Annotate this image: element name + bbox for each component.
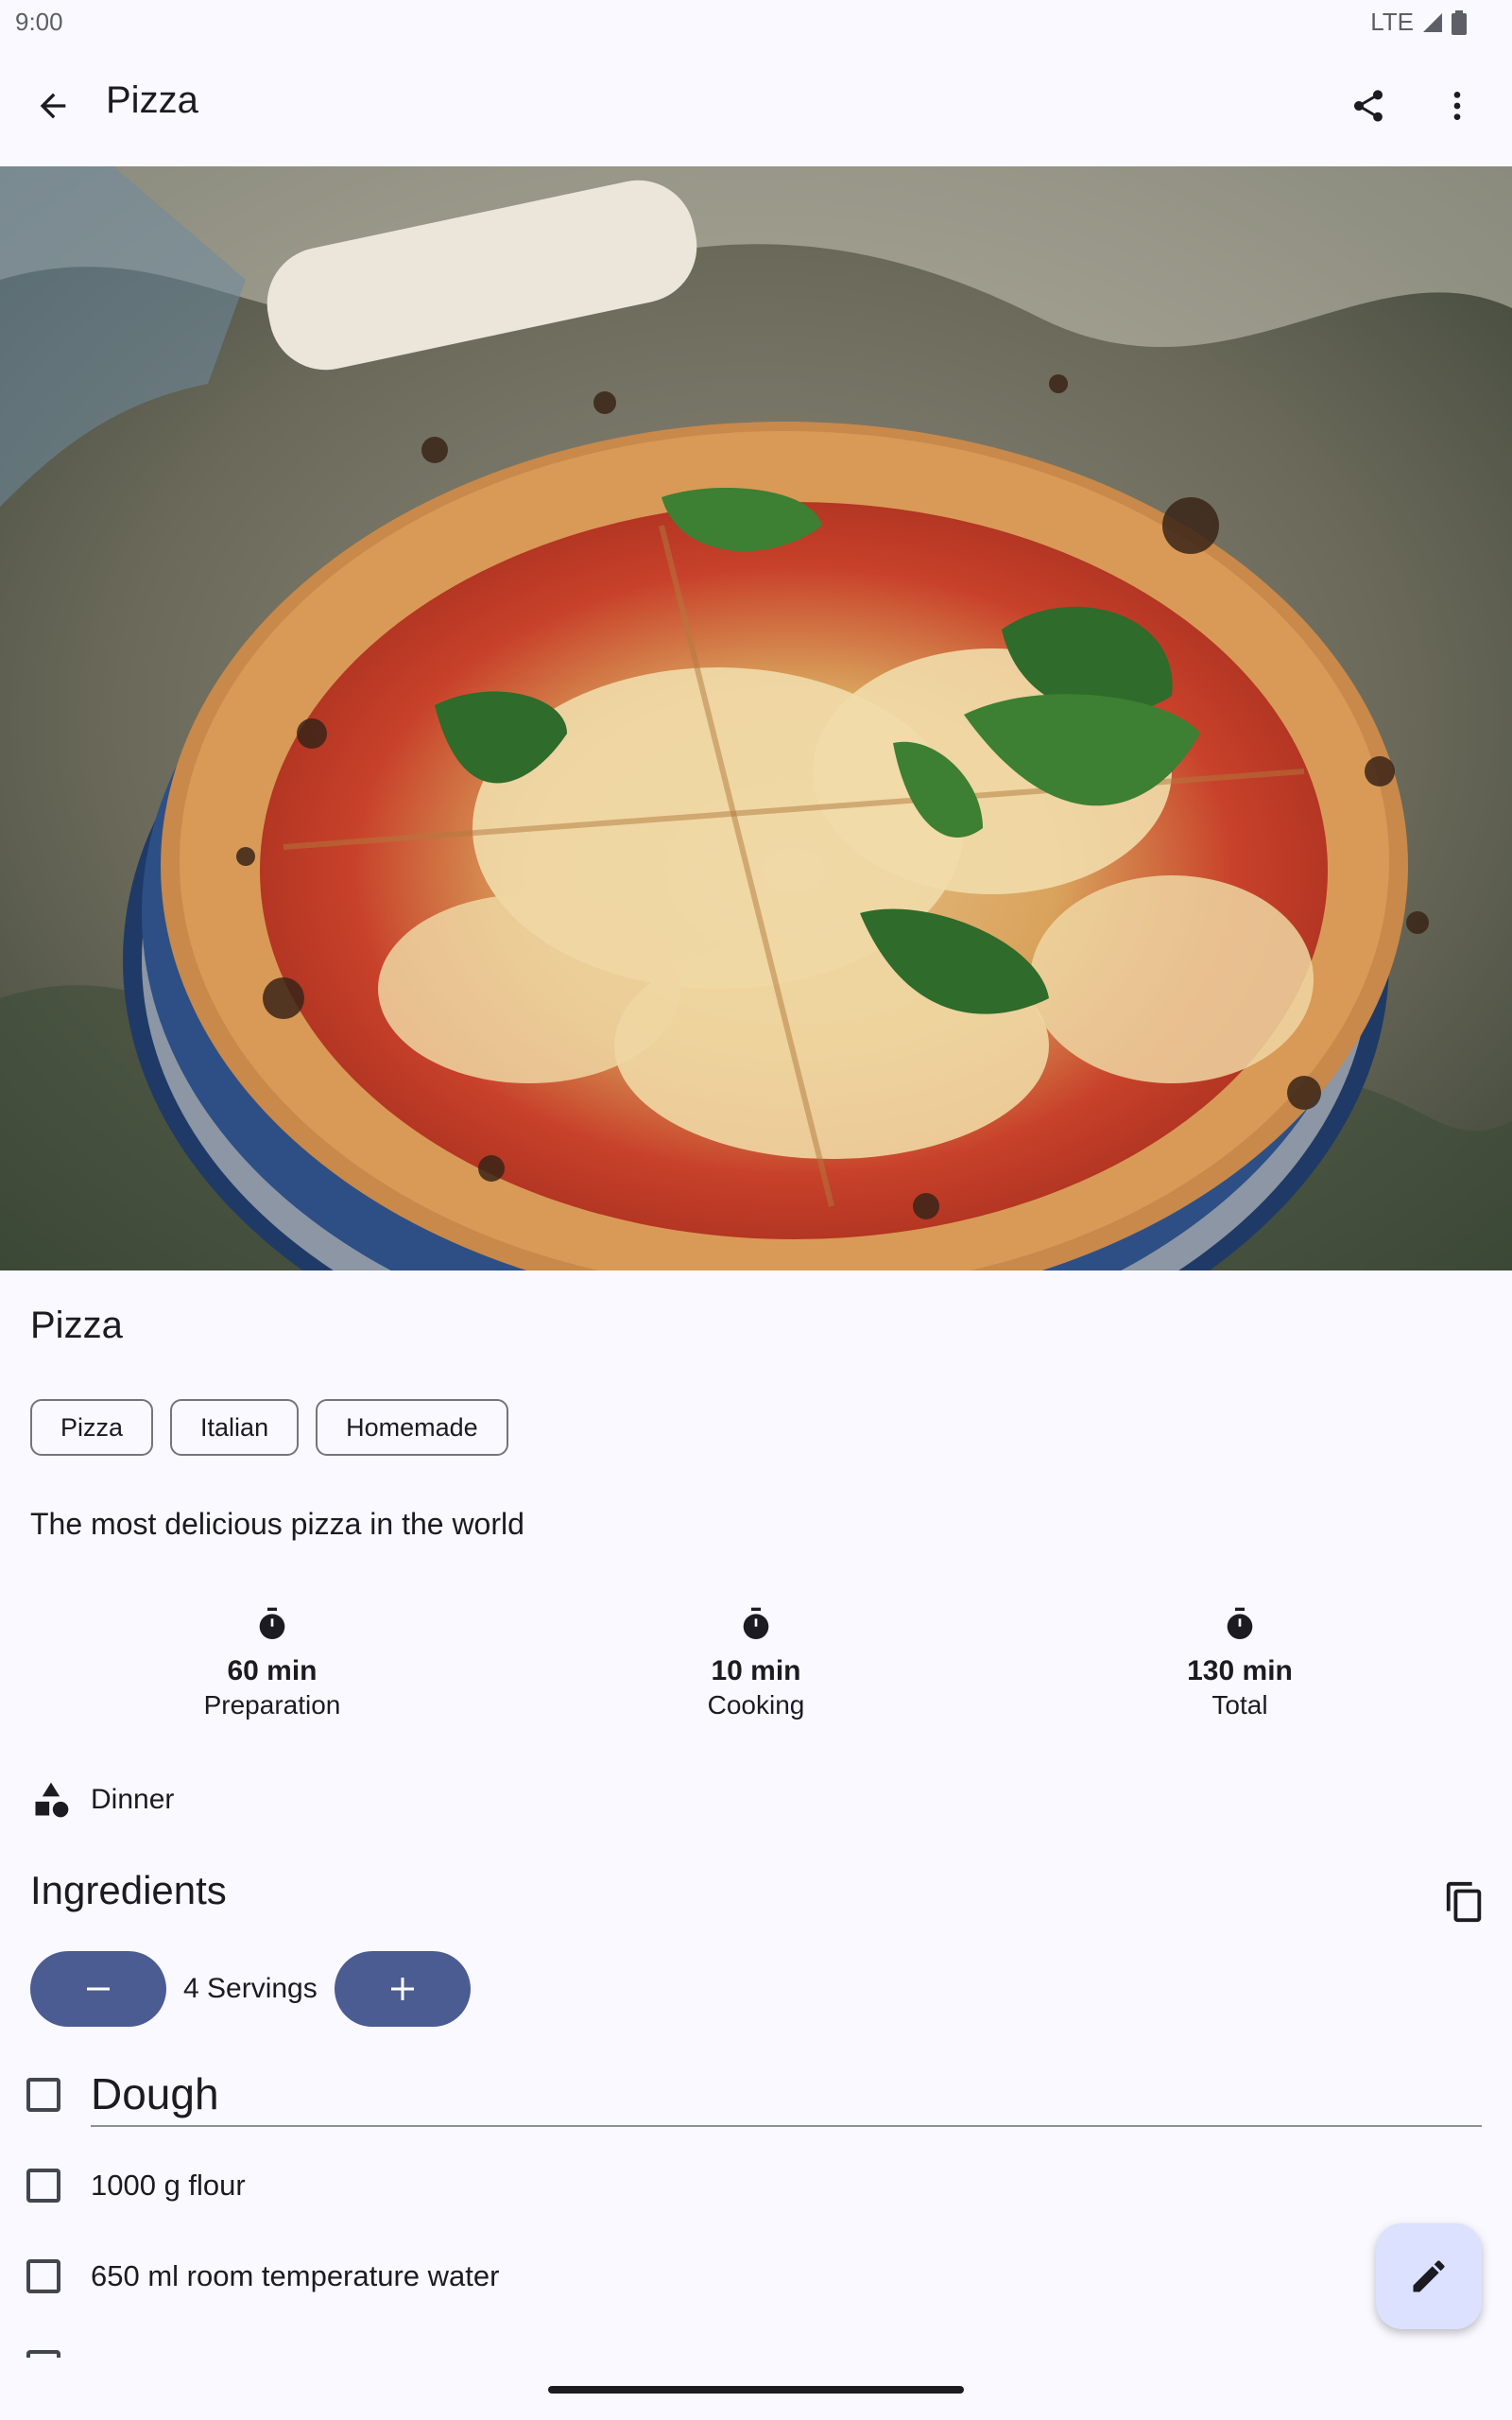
recipe-category: Dinner — [30, 1779, 174, 1821]
status-icons: LTE — [1370, 8, 1467, 37]
edit-recipe-fab[interactable] — [1376, 2223, 1482, 2329]
share-button[interactable] — [1334, 72, 1402, 140]
recipe-image — [0, 166, 1512, 1270]
time-value: 130 min — [1187, 1655, 1293, 1686]
share-icon — [1354, 90, 1383, 122]
ingredient-checkbox[interactable] — [26, 2169, 60, 2203]
ingredient-row[interactable]: 1000 g flour — [0, 2165, 1512, 2221]
overflow-menu-button[interactable] — [1423, 72, 1491, 140]
edit-icon — [1413, 2260, 1445, 2292]
arrow-back-icon — [40, 93, 66, 119]
back-button[interactable] — [19, 72, 87, 140]
time-preparation: 60 min Preparation — [130, 1605, 414, 1721]
ingredient-label: 1000 g flour — [91, 2169, 246, 2202]
ingredient-label: 650 ml room temperature water — [91, 2259, 500, 2292]
time-cooking: 10 min Cooking — [614, 1605, 898, 1721]
app-bar-title: Pizza — [106, 79, 198, 121]
category-icon — [35, 1782, 69, 1818]
plus-icon — [390, 1978, 414, 2000]
battery-icon — [1452, 9, 1467, 35]
timer-icon — [259, 1607, 285, 1639]
section-divider — [91, 2125, 1482, 2127]
servings-control: 4 Servings — [30, 1951, 471, 2027]
ingredients-heading: Ingredients — [30, 1868, 227, 1912]
copy-ingredients-button[interactable] — [1431, 1868, 1499, 1936]
ingredient-section-row[interactable]: Dough — [0, 2068, 1512, 2144]
status-time: 9:00 — [15, 8, 63, 36]
ingredient-checkbox[interactable] — [26, 2259, 60, 2293]
keyword-chips: Pizza Italian Homemade — [30, 1399, 508, 1456]
gesture-nav-handle[interactable] — [548, 2386, 964, 2394]
decrease-servings-button[interactable] — [30, 1951, 166, 2027]
time-label: Cooking — [707, 1690, 805, 1720]
time-value: 60 min — [227, 1655, 318, 1686]
section-label: Dough — [91, 2069, 219, 2118]
minus-icon — [87, 1987, 110, 1991]
servings-count: 4 Servings — [183, 1973, 318, 2004]
category-label: Dinner — [91, 1784, 175, 1815]
recipe-description: The most delicious pizza in the world — [30, 1507, 524, 1541]
network-label: LTE — [1370, 8, 1414, 36]
signal-icon — [1423, 12, 1442, 32]
recipe-title: Pizza — [30, 1305, 123, 1346]
more-vert-icon — [1453, 92, 1461, 120]
timer-icon — [1227, 1607, 1253, 1639]
time-label: Total — [1211, 1690, 1268, 1720]
time-label: Preparation — [203, 1690, 341, 1720]
keyword-chip[interactable]: Homemade — [316, 1399, 508, 1456]
copy-icon — [1446, 1881, 1482, 1923]
status-bar: 9:00 LTE — [0, 0, 1512, 45]
time-summary: 60 min Preparation 10 min Cooking 130 mi… — [0, 1605, 1512, 1721]
time-value: 10 min — [711, 1655, 801, 1686]
time-total: 130 min Total — [1098, 1605, 1382, 1721]
keyword-chip[interactable]: Italian — [170, 1399, 300, 1456]
top-app-bar: Pizza — [0, 45, 1512, 166]
increase-servings-button[interactable] — [334, 1951, 471, 2027]
keyword-chip[interactable]: Pizza — [30, 1399, 154, 1456]
timer-icon — [743, 1607, 769, 1639]
section-checkbox[interactable] — [26, 2078, 60, 2112]
ingredient-row[interactable]: 650 ml room temperature water — [0, 2256, 1512, 2312]
